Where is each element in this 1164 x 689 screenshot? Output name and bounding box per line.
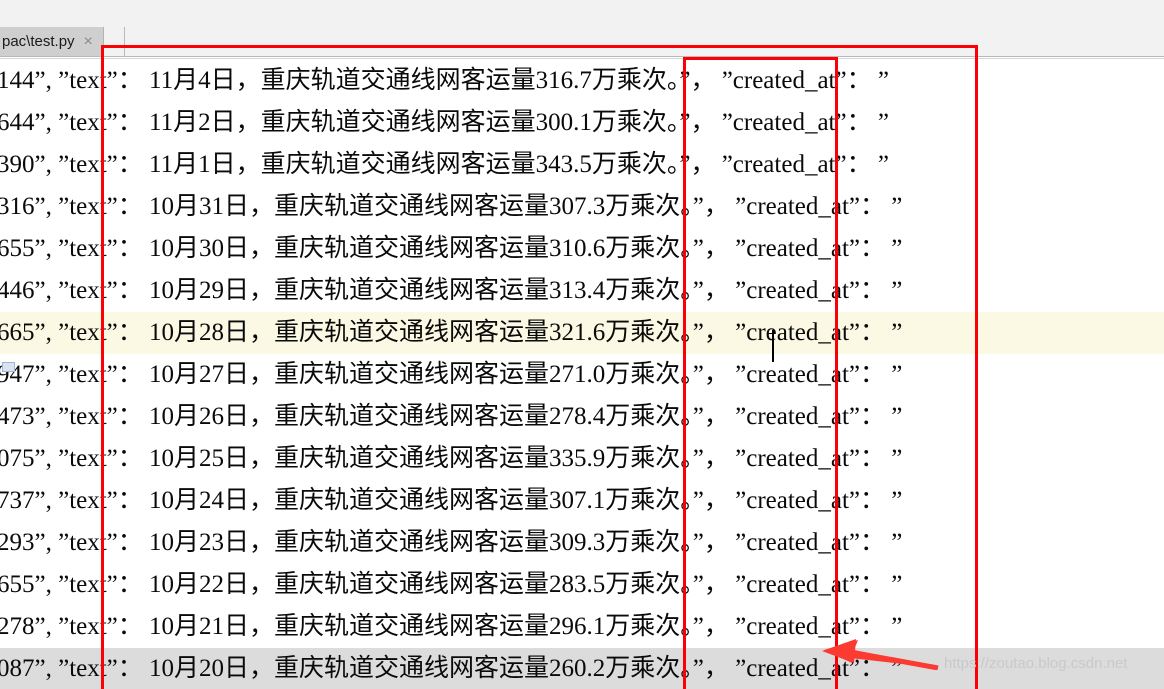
code-line[interactable]: 04655”, ”text”： 10月22日，重庆轨道交通线网客运量283.5万… xyxy=(0,564,1164,606)
code-editor-area[interactable]: 58144”, ”text”： 11月4日，重庆轨道交通线网客运量316.7万乘… xyxy=(0,60,1164,689)
code-line-text: 58144”, ”text”： 11月4日，重庆轨道交通线网客运量316.7万乘… xyxy=(0,67,889,94)
code-line-text: 58316”, ”text”： 10月31日，重庆轨道交通线网客运量307.3万… xyxy=(0,193,903,220)
code-line[interactable]: 36665”, ”text”： 10月28日，重庆轨道交通线网客运量321.6万… xyxy=(0,312,1164,354)
editor-window: pac\test.py × 58144”, ”text”： 11月4日，重庆轨道… xyxy=(0,0,1164,689)
code-line-text: 32644”, ”text”： 11月2日，重庆轨道交通线网客运量300.1万乘… xyxy=(0,109,889,136)
code-line-text: 04737”, ”text”： 10月24日，重庆轨道交通线网客运量307.1万… xyxy=(0,487,903,514)
close-icon[interactable]: × xyxy=(84,33,93,50)
tab-bar-filler xyxy=(124,27,1164,56)
code-line[interactable]: 39446”, ”text”： 10月29日，重庆轨道交通线网客运量313.4万… xyxy=(0,270,1164,312)
code-line-text: 04655”, ”text”： 10月22日，重庆轨道交通线网客运量283.5万… xyxy=(0,571,903,598)
code-line-text: 94947”, ”text”： 10月27日，重庆轨道交通线网客运量271.0万… xyxy=(0,361,903,388)
code-line[interactable]: 29278”, ”text”： 10月21日，重庆轨道交通线网客运量296.1万… xyxy=(0,606,1164,648)
code-line[interactable]: 32644”, ”text”： 11月2日，重庆轨道交通线网客运量300.1万乘… xyxy=(0,102,1164,144)
code-line-text: 28075”, ”text”： 10月25日，重庆轨道交通线网客运量335.9万… xyxy=(0,445,903,472)
tab-bar: pac\test.py × xyxy=(0,27,1164,56)
code-line[interactable]: 23473”, ”text”： 10月26日，重庆轨道交通线网客运量278.4万… xyxy=(0,396,1164,438)
code-line-text: 19293”, ”text”： 10月23日，重庆轨道交通线网客运量309.3万… xyxy=(0,529,903,556)
code-line-text: 39446”, ”text”： 10月29日，重庆轨道交通线网客运量313.4万… xyxy=(0,277,903,304)
code-line[interactable]: 04737”, ”text”： 10月24日，重庆轨道交通线网客运量307.1万… xyxy=(0,480,1164,522)
code-line[interactable]: 51087”, ”text”： 10月20日，重庆轨道交通线网客运量260.2万… xyxy=(0,648,1164,689)
tab-bar-divider xyxy=(0,56,1164,57)
code-line-text: 23473”, ”text”： 10月26日，重庆轨道交通线网客运量278.4万… xyxy=(0,403,903,430)
code-line[interactable]: 28075”, ”text”： 10月25日，重庆轨道交通线网客运量335.9万… xyxy=(0,438,1164,480)
code-line[interactable]: 58316”, ”text”： 10月31日，重庆轨道交通线网客运量307.3万… xyxy=(0,186,1164,228)
text-caret xyxy=(772,330,774,362)
code-line[interactable]: 60390”, ”text”： 11月1日，重庆轨道交通线网客运量343.5万乘… xyxy=(0,144,1164,186)
toolbar-area xyxy=(0,0,1164,28)
code-line-text: 60390”, ”text”： 11月1日，重庆轨道交通线网客运量343.5万乘… xyxy=(0,151,889,178)
code-line-text: 96655”, ”text”： 10月30日，重庆轨道交通线网客运量310.6万… xyxy=(0,235,903,262)
code-line-text: 51087”, ”text”： 10月20日，重庆轨道交通线网客运量260.2万… xyxy=(0,655,903,682)
editor-inline-marker xyxy=(2,362,15,372)
code-line-text: 36665”, ”text”： 10月28日，重庆轨道交通线网客运量321.6万… xyxy=(0,319,903,346)
code-line[interactable]: 94947”, ”text”： 10月27日，重庆轨道交通线网客运量271.0万… xyxy=(0,354,1164,396)
tab-label: pac\test.py xyxy=(2,33,75,50)
tab-test-py[interactable]: pac\test.py × xyxy=(0,27,104,56)
code-line-text: 29278”, ”text”： 10月21日，重庆轨道交通线网客运量296.1万… xyxy=(0,613,903,640)
code-line[interactable]: 19293”, ”text”： 10月23日，重庆轨道交通线网客运量309.3万… xyxy=(0,522,1164,564)
code-line[interactable]: 96655”, ”text”： 10月30日，重庆轨道交通线网客运量310.6万… xyxy=(0,228,1164,270)
tab-bar-divider-2 xyxy=(0,58,1164,59)
code-line[interactable]: 58144”, ”text”： 11月4日，重庆轨道交通线网客运量316.7万乘… xyxy=(0,60,1164,102)
